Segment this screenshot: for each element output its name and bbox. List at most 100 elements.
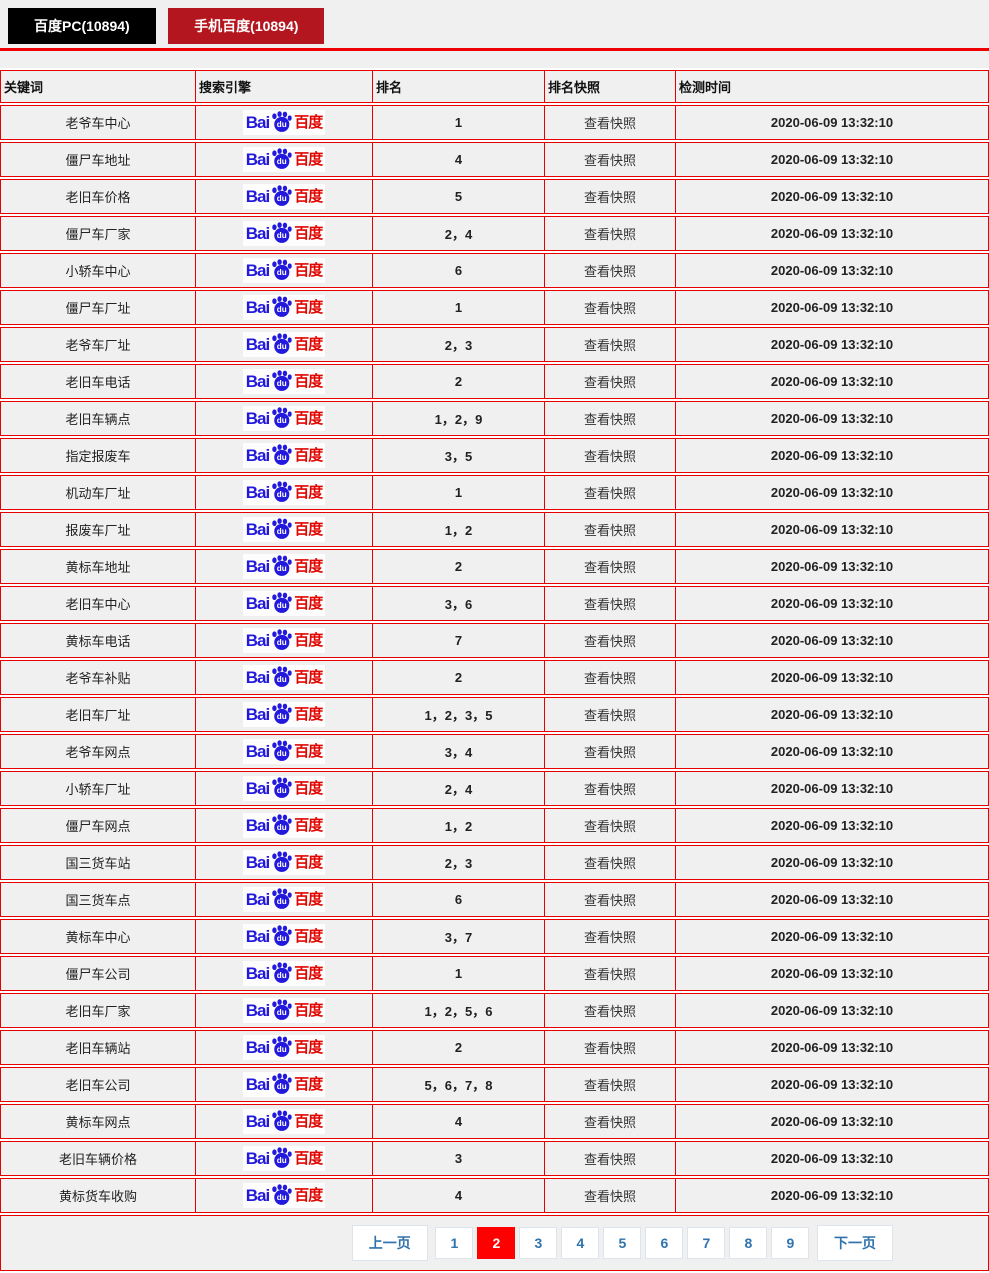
- baidu-logo-icon: Bai du 百度: [243, 850, 325, 875]
- view-snapshot-link[interactable]: 查看快照: [584, 1004, 636, 1019]
- baidu-logo-icon: Bai du 百度: [243, 739, 325, 764]
- engine-cell: Bai du 百度: [196, 660, 373, 695]
- svg-text:du: du: [277, 490, 287, 499]
- baidu-logo-icon: Bai du 百度: [243, 1183, 325, 1208]
- table-row: 僵尸车网点 Bai du 百度 1，2 查看快照 2020-06-09 13:3…: [0, 808, 989, 843]
- page-button-3[interactable]: 3: [519, 1227, 557, 1259]
- time-cell: 2020-06-09 13:32:10: [676, 882, 989, 917]
- view-snapshot-link[interactable]: 查看快照: [584, 967, 636, 982]
- keyword-cell: 小轿车厂址: [0, 771, 196, 806]
- view-snapshot-link[interactable]: 查看快照: [584, 1152, 636, 1167]
- page-button-7[interactable]: 7: [687, 1227, 725, 1259]
- page-button-6[interactable]: 6: [645, 1227, 683, 1259]
- tab-mobile-baidu[interactable]: 手机百度(10894): [168, 8, 324, 44]
- time-cell: 2020-06-09 13:32:10: [676, 734, 989, 769]
- time-cell: 2020-06-09 13:32:10: [676, 845, 989, 880]
- baidu-logo-icon: Bai du 百度: [243, 591, 325, 616]
- view-snapshot-link[interactable]: 查看快照: [584, 190, 636, 205]
- time-cell: 2020-06-09 13:32:10: [676, 105, 989, 140]
- view-snapshot-link[interactable]: 查看快照: [584, 375, 636, 390]
- engine-cell: Bai du 百度: [196, 956, 373, 991]
- keyword-cell: 报废车厂址: [0, 512, 196, 547]
- view-snapshot-link[interactable]: 查看快照: [584, 856, 636, 871]
- page-button-5[interactable]: 5: [603, 1227, 641, 1259]
- snapshot-cell: 查看快照: [545, 919, 676, 954]
- view-snapshot-link[interactable]: 查看快照: [584, 338, 636, 353]
- svg-text:du: du: [277, 749, 287, 758]
- rank-cell: 6: [373, 253, 545, 288]
- view-snapshot-link[interactable]: 查看快照: [584, 597, 636, 612]
- table-row: 僵尸车厂家 Bai du 百度 2，4 查看快照 2020-06-09 13:3…: [0, 216, 989, 251]
- page-button-2[interactable]: 2: [477, 1227, 515, 1259]
- svg-text:du: du: [277, 342, 287, 351]
- snapshot-cell: 查看快照: [545, 1141, 676, 1176]
- baidu-logo-icon: Bai du 百度: [243, 221, 325, 246]
- baidu-logo-icon: Bai du 百度: [243, 147, 325, 172]
- baidu-paw-icon: du: [270, 370, 293, 391]
- view-snapshot-link[interactable]: 查看快照: [584, 412, 636, 427]
- engine-cell: Bai du 百度: [196, 808, 373, 843]
- baidu-logo-icon: Bai du 百度: [243, 776, 325, 801]
- view-snapshot-link[interactable]: 查看快照: [584, 153, 636, 168]
- prev-page-button[interactable]: 上一页: [352, 1225, 428, 1261]
- table-row: 老旧车辆点 Bai du 百度 1，2，9 查看快照 2020-06-09 13…: [0, 401, 989, 436]
- view-snapshot-link[interactable]: 查看快照: [584, 930, 636, 945]
- svg-text:du: du: [277, 1193, 287, 1202]
- rank-cell: 1: [373, 475, 545, 510]
- view-snapshot-link[interactable]: 查看快照: [584, 301, 636, 316]
- baidu-logo-icon: Bai du 百度: [243, 110, 325, 135]
- time-cell: 2020-06-09 13:32:10: [676, 771, 989, 806]
- time-cell: 2020-06-09 13:32:10: [676, 142, 989, 177]
- engine-cell: Bai du 百度: [196, 549, 373, 584]
- baidu-paw-icon: du: [270, 777, 293, 798]
- baidu-paw-icon: du: [270, 999, 293, 1020]
- view-snapshot-link[interactable]: 查看快照: [584, 1078, 636, 1093]
- baidu-paw-icon: du: [270, 148, 293, 169]
- view-snapshot-link[interactable]: 查看快照: [584, 486, 636, 501]
- snapshot-cell: 查看快照: [545, 1030, 676, 1065]
- engine-cell: Bai du 百度: [196, 1141, 373, 1176]
- view-snapshot-link[interactable]: 查看快照: [584, 264, 636, 279]
- page-button-8[interactable]: 8: [729, 1227, 767, 1259]
- page-button-1[interactable]: 1: [435, 1227, 473, 1259]
- view-snapshot-link[interactable]: 查看快照: [584, 560, 636, 575]
- svg-text:du: du: [277, 1082, 287, 1091]
- view-snapshot-link[interactable]: 查看快照: [584, 449, 636, 464]
- view-snapshot-link[interactable]: 查看快照: [584, 708, 636, 723]
- view-snapshot-link[interactable]: 查看快照: [584, 116, 636, 131]
- tab-baidu-pc[interactable]: 百度PC(10894): [8, 8, 156, 44]
- svg-text:du: du: [277, 1156, 287, 1165]
- next-page-button[interactable]: 下一页: [817, 1225, 893, 1261]
- svg-text:du: du: [277, 823, 287, 832]
- snapshot-cell: 查看快照: [545, 475, 676, 510]
- baidu-paw-icon: du: [270, 629, 293, 650]
- page-button-9[interactable]: 9: [771, 1227, 809, 1259]
- view-snapshot-link[interactable]: 查看快照: [584, 1115, 636, 1130]
- view-snapshot-link[interactable]: 查看快照: [584, 745, 636, 760]
- baidu-paw-icon: du: [270, 444, 293, 465]
- view-snapshot-link[interactable]: 查看快照: [584, 227, 636, 242]
- keyword-cell: 僵尸车厂址: [0, 290, 196, 325]
- view-snapshot-link[interactable]: 查看快照: [584, 782, 636, 797]
- time-cell: 2020-06-09 13:32:10: [676, 993, 989, 1028]
- view-snapshot-link[interactable]: 查看快照: [584, 1189, 636, 1204]
- pagination: 上一页 123456789 下一页: [0, 1215, 989, 1271]
- view-snapshot-link[interactable]: 查看快照: [584, 634, 636, 649]
- view-snapshot-link[interactable]: 查看快照: [584, 523, 636, 538]
- baidu-paw-icon: du: [270, 481, 293, 502]
- time-cell: 2020-06-09 13:32:10: [676, 586, 989, 621]
- rank-cell: 1，2，9: [373, 401, 545, 436]
- engine-cell: Bai du 百度: [196, 623, 373, 658]
- keyword-cell: 老旧车辆价格: [0, 1141, 196, 1176]
- keyword-cell: 老旧车辆站: [0, 1030, 196, 1065]
- baidu-paw-icon: du: [270, 259, 293, 280]
- column-header-rank: 排名: [373, 70, 545, 103]
- view-snapshot-link[interactable]: 查看快照: [584, 819, 636, 834]
- view-snapshot-link[interactable]: 查看快照: [584, 893, 636, 908]
- table-row: 僵尸车厂址 Bai du 百度 1 查看快照 2020-06-09 13:32:…: [0, 290, 989, 325]
- view-snapshot-link[interactable]: 查看快照: [584, 1041, 636, 1056]
- view-snapshot-link[interactable]: 查看快照: [584, 671, 636, 686]
- time-cell: 2020-06-09 13:32:10: [676, 956, 989, 991]
- page-button-4[interactable]: 4: [561, 1227, 599, 1259]
- keyword-cell: 老爷车补贴: [0, 660, 196, 695]
